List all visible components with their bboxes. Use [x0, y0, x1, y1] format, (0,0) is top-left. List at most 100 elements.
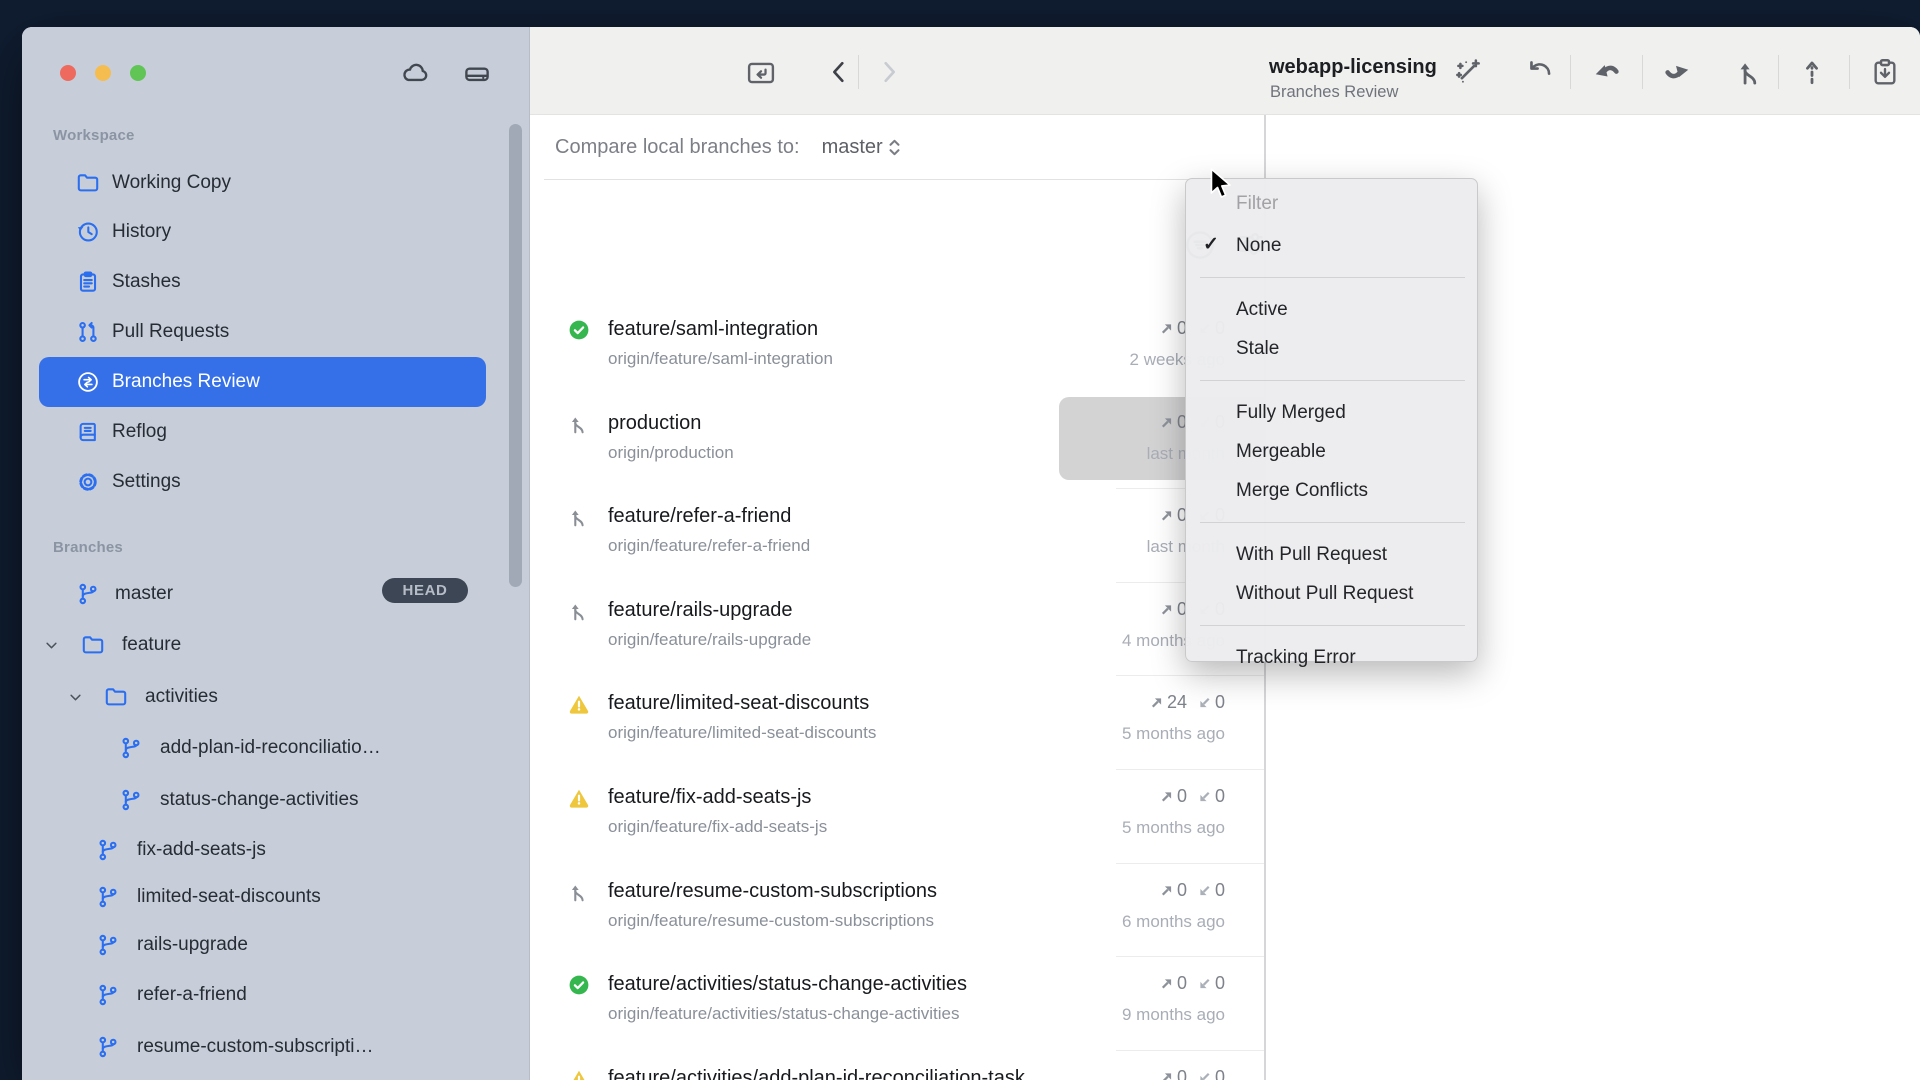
sidebar-scrollbar[interactable] — [509, 124, 522, 587]
merge-icon[interactable] — [1734, 56, 1766, 88]
merged-check-icon — [567, 318, 591, 342]
sidebar-item-label: Branches Review — [112, 371, 260, 393]
filter-menu-header: Filter — [1236, 193, 1278, 215]
toolbar-separator — [1570, 55, 1571, 89]
stash-icon[interactable] — [1869, 56, 1901, 88]
branch-remote: origin/feature/refer-a-friend — [608, 536, 810, 556]
menu-item-fully-merged[interactable]: Fully Merged — [1236, 402, 1346, 424]
compare-row: Compare local branches to: master — [555, 115, 1264, 179]
wand-icon[interactable] — [1452, 56, 1484, 88]
minimize-window-button[interactable] — [95, 65, 111, 81]
repo-title: webapp-licensing — [1269, 56, 1437, 79]
branch-name: production — [608, 412, 701, 435]
sidebar-branch-resume-custom-subscripti[interactable]: resume-custom-subscripti… — [22, 1022, 529, 1072]
sidebar-item-reflog[interactable]: Reflog — [22, 407, 529, 457]
folder-icon — [75, 170, 101, 196]
sidebar-item-history[interactable]: History — [22, 207, 529, 257]
menu-item-merge-conflicts[interactable]: Merge Conflicts — [1236, 480, 1368, 502]
back-icon[interactable] — [825, 58, 853, 86]
fetch-icon[interactable] — [1524, 56, 1556, 88]
sidebar-branch-label: resume-custom-subscripti… — [137, 1036, 374, 1058]
ahead-arrow-icon — [1159, 1070, 1174, 1080]
branch-remote: origin/feature/rails-upgrade — [608, 630, 811, 650]
sidebar-item-label: Settings — [112, 471, 181, 493]
branch-name: feature/rails-upgrade — [608, 599, 793, 622]
sidebar-branch-label: feature — [122, 634, 181, 656]
nav-separator — [858, 55, 859, 89]
zoom-window-button[interactable] — [130, 65, 146, 81]
menu-item-active[interactable]: Active — [1236, 299, 1288, 321]
branch-name: feature/fix-add-seats-js — [608, 786, 811, 809]
behind-arrow-icon — [1197, 1070, 1212, 1080]
sidebar-item-working-copy[interactable]: Working Copy — [22, 158, 529, 208]
sidebar-item-branches-review[interactable]: Branches Review — [22, 357, 529, 407]
menu-item-tracking-error[interactable]: Tracking Error — [1236, 647, 1356, 669]
menu-item-stale[interactable]: Stale — [1236, 338, 1279, 360]
pull-icon[interactable] — [1591, 56, 1623, 88]
sidebar-branch-limited-seat-discounts[interactable]: limited-seat-discounts — [22, 872, 529, 922]
gear-icon — [75, 469, 101, 495]
sidebar-branch-fix-add-seats-js[interactable]: fix-add-seats-js — [22, 825, 529, 875]
compare-branch-select[interactable]: master — [822, 136, 883, 159]
branch-icon — [95, 837, 121, 863]
behind-arrow-icon — [1197, 976, 1212, 991]
ahead-arrow-icon — [1159, 508, 1174, 523]
stashes-icon — [75, 269, 101, 295]
sidebar-branch-refer-a-friend[interactable]: refer-a-friend — [22, 970, 529, 1020]
menu-item-mergeable[interactable]: Mergeable — [1236, 441, 1326, 463]
branch-name: feature/refer-a-friend — [608, 505, 791, 528]
menu-item-none[interactable]: None — [1236, 235, 1281, 257]
ahead-count: 0 — [1177, 786, 1187, 807]
branch-updated-when: 5 months ago — [1122, 818, 1225, 838]
branch-name: feature/activities/status-change-activit… — [608, 973, 967, 996]
branch-icon — [118, 735, 144, 761]
select-stepper-icon[interactable] — [887, 136, 902, 159]
behind-count: 0 — [1215, 880, 1225, 901]
sidebar: Workspace Working CopyHistoryStashesPull… — [22, 27, 530, 1080]
sidebar-item-stashes[interactable]: Stashes — [22, 257, 529, 307]
open-repo-folder-icon[interactable] — [744, 56, 778, 90]
sidebar-item-label: Reflog — [112, 421, 167, 443]
ahead-behind-counts: 240 — [1149, 692, 1225, 713]
branch-remote: origin/feature/fix-add-seats-js — [608, 817, 827, 837]
reflog-icon — [75, 419, 101, 445]
menu-item-with-pull-request[interactable]: With Pull Request — [1236, 544, 1387, 566]
mouse-cursor — [1208, 167, 1234, 206]
sidebar-branch-feature[interactable]: feature — [22, 620, 529, 670]
rebase-icon[interactable] — [1796, 56, 1828, 88]
ahead-behind-counts: 00 — [1159, 880, 1225, 901]
branch-icon — [75, 581, 101, 607]
branches-list-panel: Compare local branches to: master featur… — [530, 115, 1264, 1080]
ahead-count: 24 — [1167, 692, 1187, 713]
titlebar: webapp-licensing Branches Review — [530, 27, 1920, 115]
ahead-count: 0 — [1177, 880, 1187, 901]
drive-icon[interactable] — [462, 58, 492, 93]
behind-arrow-icon — [1197, 695, 1212, 710]
sidebar-branch-label: add-plan-id-reconciliatio… — [160, 737, 381, 759]
branch-name: feature/limited-seat-discounts — [608, 692, 869, 715]
branch-icon — [95, 1034, 121, 1060]
menu-item-without-pull-request[interactable]: Without Pull Request — [1236, 583, 1413, 605]
sidebar-branch-rails-upgrade[interactable]: rails-upgrade — [22, 920, 529, 970]
sidebar-branch-status-change-activities[interactable]: status-change-activities — [22, 775, 529, 825]
warning-icon — [567, 786, 591, 810]
ahead-behind-counts: 00 — [1159, 786, 1225, 807]
behind-arrow-icon — [1197, 789, 1212, 804]
branches-section-label: Branches — [53, 539, 123, 556]
menu-checkmark-icon: ✓ — [1203, 233, 1219, 256]
close-window-button[interactable] — [60, 65, 76, 81]
cloud-icon[interactable] — [400, 58, 430, 93]
ahead-arrow-icon — [1159, 415, 1174, 430]
sidebar-item-settings[interactable]: Settings — [22, 457, 529, 507]
sidebar-branch-add-plan-id-reconciliatio[interactable]: add-plan-id-reconciliatio… — [22, 723, 529, 773]
ahead-arrow-icon — [1149, 695, 1164, 710]
sidebar-branch-label: activities — [145, 686, 218, 708]
window-controls — [60, 65, 146, 81]
branch-icon — [95, 932, 121, 958]
chevron-down-icon[interactable] — [44, 638, 59, 653]
sidebar-branch-activities[interactable]: activities — [22, 672, 529, 722]
ahead-behind-counts: 00 — [1159, 1067, 1225, 1080]
chevron-down-icon[interactable] — [68, 690, 83, 705]
push-icon[interactable] — [1661, 56, 1693, 88]
sidebar-item-pull-requests[interactable]: Pull Requests — [22, 307, 529, 357]
